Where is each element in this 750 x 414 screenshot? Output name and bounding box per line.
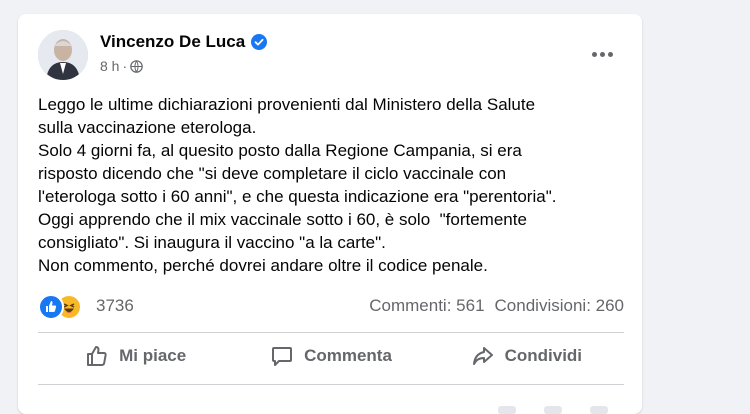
comment-toolbar-hint [498,406,608,414]
reaction-icons[interactable] [38,294,84,320]
like-button[interactable]: Mi piace [38,334,233,378]
post-text-line: sulla vaccinazione eterologa. [38,118,257,137]
globe-icon [130,59,143,73]
more-dots-icon[interactable] [584,36,620,72]
post-text-line: Solo 4 giorni fa, al quesito posto dalla… [38,141,522,160]
post-header: Vincenzo De Luca 8 h · [38,30,628,80]
reaction-count[interactable]: 3736 [96,296,134,316]
meta-separator: · [122,58,128,74]
post-text-line: l'eterologa sotto i 60 anni", e che ques… [38,187,557,206]
like-label: Mi piace [119,346,187,365]
post-stats: 3736 Commenti: 561 Condivisioni: 260 [38,292,624,322]
share-button[interactable]: Condividi [429,334,624,378]
avatar[interactable] [38,30,88,80]
share-label: Condividi [504,346,583,365]
thumbs-up-icon [87,346,107,366]
divider-bottom [38,384,624,385]
comment-icon [272,347,293,366]
comment-button[interactable]: Commenta [233,334,428,378]
share-arrow-icon [472,347,493,365]
verified-badge-icon [251,34,268,50]
post-time[interactable]: 8 h [100,58,119,74]
stats-right: Commenti: 561 Condivisioni: 260 [369,296,624,316]
post-text-line: Non commento, perché dovrei andare oltre… [38,256,488,275]
post-text-line: Leggo le ultime dichiarazioni provenient… [38,95,536,114]
post-text: Leggo le ultime dichiarazioni provenient… [38,93,628,277]
post-text-line: consigliato". Si inaugura il vaccino "a … [38,233,386,252]
comments-count[interactable]: Commenti: 561 [369,296,484,316]
post-text-line: risposto dicendo che "si deve completare… [38,164,507,183]
comment-label: Commenta [304,346,392,365]
post-card: Vincenzo De Luca 8 h · Leggo le ultime d… [18,14,642,414]
post-text-line: Oggi apprendo che il mix vaccinale sotto… [38,210,527,229]
post-meta: 8 h · [100,58,143,74]
author-name-text[interactable]: Vincenzo De Luca [100,32,245,52]
divider-top [38,332,624,333]
author-name[interactable]: Vincenzo De Luca [100,32,268,52]
shares-count[interactable]: Condivisioni: 260 [495,296,624,316]
post-actions: Mi piace Commenta Condividi [38,334,624,378]
thumbs-up-icon [38,294,64,320]
